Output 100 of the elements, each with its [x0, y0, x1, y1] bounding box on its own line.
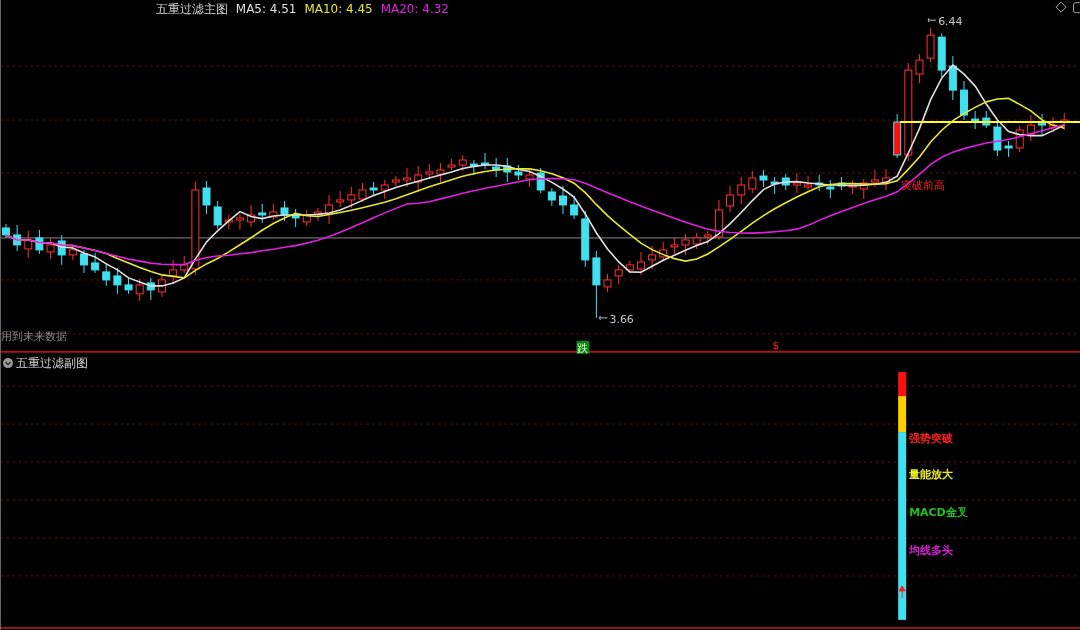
candlestick	[358, 182, 367, 203]
candlestick	[124, 277, 133, 295]
leader-line	[927, 17, 937, 23]
candlestick	[570, 195, 579, 220]
candlestick	[1004, 140, 1013, 158]
price-label: 3.66	[609, 312, 634, 326]
candlestick	[113, 267, 122, 295]
candlestick	[770, 176, 779, 195]
indicator-value: MA10: 4.45	[304, 2, 373, 17]
candlestick	[102, 262, 111, 287]
up-arrow-icon	[898, 585, 906, 599]
candlestick	[80, 249, 88, 274]
up-marker: $	[772, 338, 780, 352]
candlestick	[347, 186, 356, 209]
candlestick	[447, 158, 456, 171]
candlestick	[280, 200, 289, 222]
candlestick	[46, 237, 55, 260]
candlestick	[714, 199, 723, 241]
signal-label: 强势突破	[909, 432, 954, 446]
candlestick	[1026, 114, 1035, 142]
candlestick	[436, 162, 445, 183]
indicator-value: MA5: 4.51	[235, 2, 297, 17]
candlestick	[937, 32, 946, 78]
candlestick	[202, 180, 211, 215]
down-marker: 跌	[576, 340, 590, 354]
candlestick	[258, 203, 267, 224]
candlestick	[135, 278, 144, 302]
candlestick	[91, 252, 100, 274]
candlestick	[692, 232, 701, 250]
chevron-down-icon[interactable]	[3, 358, 13, 369]
candlestick	[458, 154, 467, 172]
candlestick	[614, 264, 623, 285]
candlestick	[492, 157, 501, 178]
candlestick	[960, 80, 968, 121]
candlestick	[336, 190, 345, 208]
candlestick	[882, 168, 891, 191]
price-label: 6.44	[938, 15, 963, 29]
candlestick	[603, 273, 612, 293]
candlestick	[893, 113, 902, 159]
candlestick	[302, 209, 311, 227]
candlestick	[547, 187, 556, 207]
candlestick	[180, 255, 189, 274]
candlestick	[146, 277, 155, 301]
candlestick	[35, 229, 44, 255]
candlestick	[581, 210, 590, 268]
candlestick	[391, 175, 400, 187]
candlestick	[313, 207, 322, 222]
signal-label: MACD金叉	[909, 506, 968, 519]
indicator-value: MA20: 4.32	[380, 2, 449, 17]
candlestick	[57, 234, 66, 266]
candlestick	[13, 224, 22, 252]
candlestick	[625, 260, 634, 274]
candlestick	[503, 157, 512, 183]
candlestick	[514, 164, 523, 181]
candlestick	[213, 200, 222, 230]
candlestick	[726, 185, 735, 213]
candlestick	[559, 185, 567, 215]
candlestick	[469, 159, 478, 176]
candlestick	[748, 170, 757, 194]
candlestick	[369, 181, 378, 197]
candlestick	[659, 241, 668, 262]
candlestick	[592, 250, 601, 319]
window-icon[interactable]	[1073, 2, 1080, 14]
candlestick	[781, 173, 790, 191]
candlestick	[759, 169, 768, 188]
candlestick	[1038, 113, 1046, 136]
candlestick	[1015, 125, 1024, 153]
warning-note: 用到未来数据	[1, 329, 67, 343]
candlestick	[648, 245, 657, 270]
candlestick	[837, 176, 846, 191]
candlestick	[414, 165, 423, 193]
candlestick	[859, 178, 868, 200]
candlestick	[703, 230, 712, 246]
candlestick	[157, 275, 166, 298]
candlestick	[815, 174, 824, 192]
candlestick	[536, 167, 545, 194]
candlestick	[380, 179, 389, 200]
signal-label: 均线多头	[909, 543, 954, 557]
candlestick	[224, 214, 233, 230]
candlestick	[848, 179, 857, 195]
candlestick	[971, 110, 980, 130]
diamond-icon[interactable]	[1055, 1, 1067, 13]
subchart-title: 五重过滤副图	[16, 356, 88, 371]
candlestick	[247, 204, 256, 228]
candlestick	[24, 230, 33, 259]
candlestick	[169, 259, 178, 285]
candlestick	[269, 203, 278, 221]
candlestick	[403, 167, 411, 188]
candlestick	[982, 110, 991, 129]
candlestick	[235, 213, 244, 231]
candlestick	[670, 237, 679, 255]
candlestick	[792, 172, 801, 194]
candlestick	[826, 179, 835, 199]
chart-title: 五重过滤主图	[155, 2, 228, 17]
candlestick	[737, 176, 746, 205]
candlestick	[993, 120, 1002, 157]
candlestick	[481, 152, 489, 170]
candlestick	[425, 163, 434, 180]
candlestick	[681, 233, 690, 256]
candlestick	[325, 194, 334, 225]
